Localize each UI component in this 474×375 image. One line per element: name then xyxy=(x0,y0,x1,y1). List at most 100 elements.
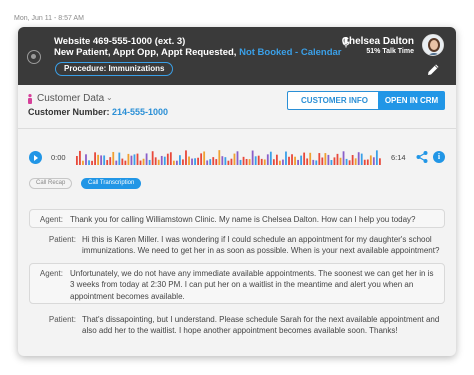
tab-call-recap[interactable]: Call Recap xyxy=(29,178,73,189)
waveform-bar xyxy=(145,153,148,165)
waveform-bar xyxy=(366,159,369,165)
waveform-bar xyxy=(76,156,78,165)
waveform-bar xyxy=(239,159,242,165)
message-text: That's dissapointing, but I understand. … xyxy=(82,315,440,336)
waveform-bar xyxy=(206,160,209,165)
message-text: Thank you for calling Williamstown Clini… xyxy=(70,214,416,224)
waveform-bar xyxy=(179,155,181,165)
waveform-bar xyxy=(379,158,381,165)
agent-avatar xyxy=(422,34,444,56)
waveform-bar xyxy=(321,157,324,165)
waveform-bar xyxy=(88,160,90,165)
edit-icon[interactable] xyxy=(427,63,440,76)
chevron-down-icon[interactable]: ⌄ xyxy=(106,93,113,102)
waveform-bar xyxy=(82,160,84,165)
waveform-bar xyxy=(166,153,169,165)
waveform-bar xyxy=(324,153,327,165)
waveform-bar xyxy=(330,160,333,165)
call-source: Website 469-555-1000 (ext. 3) xyxy=(54,36,186,47)
waveform-bar xyxy=(160,155,163,165)
message-speaker: Patient: xyxy=(48,235,76,244)
waveform-bar xyxy=(209,159,212,165)
waveform-bar xyxy=(191,158,193,165)
waveform-bar xyxy=(163,156,166,165)
call-timestamp: Mon, Jun 11 - 8:57 AM xyxy=(14,15,84,22)
time-start: 0:00 xyxy=(51,153,66,162)
customer-number: Customer Number: 214-555-1000 xyxy=(28,107,168,117)
waveform-bar xyxy=(282,159,284,165)
waveform-bar xyxy=(230,158,233,165)
waveform-bar xyxy=(221,156,224,165)
waveform-bar xyxy=(297,159,299,165)
waveform-bar xyxy=(245,158,248,165)
customer-info-button[interactable]: CUSTOMER INFO xyxy=(287,91,382,110)
call-card: Website 469-555-1000 (ext. 3) New Patien… xyxy=(18,27,456,356)
waveform-bar xyxy=(333,157,336,165)
message-speaker: Agent: xyxy=(39,214,63,224)
share-icon[interactable] xyxy=(416,151,428,163)
record-icon[interactable] xyxy=(27,50,41,64)
waveform-bar xyxy=(375,150,378,165)
waveform-bar xyxy=(269,151,272,165)
waveform-bar xyxy=(97,154,100,165)
play-button[interactable] xyxy=(29,151,42,164)
waveform-bar xyxy=(103,155,106,165)
waveform-bar xyxy=(339,157,342,165)
waveform-bar xyxy=(312,159,315,165)
booking-status: Not Booked - Calendar xyxy=(239,47,342,58)
waveform-bar xyxy=(94,152,96,165)
message-text: Unfortunately, we do not have any immedi… xyxy=(70,269,434,301)
waveform-bar xyxy=(172,160,175,165)
waveform-bar xyxy=(233,153,236,165)
waveform-bar xyxy=(263,159,266,165)
waveform-bar xyxy=(348,160,351,165)
waveform-bar xyxy=(130,155,133,165)
waveform-bar xyxy=(79,150,81,165)
waveform-bar xyxy=(315,160,318,165)
waveform-bar xyxy=(194,158,196,165)
waveform-bar xyxy=(272,159,275,165)
waveform-bar xyxy=(303,152,306,165)
waveform-bar xyxy=(275,154,278,165)
waveform-bar xyxy=(345,158,348,165)
waveform-bar xyxy=(251,150,254,165)
waveform-bar xyxy=(342,151,345,165)
open-in-crm-button[interactable]: OPEN IN CRM xyxy=(378,91,445,110)
person-icon xyxy=(28,94,32,104)
waveform-bar xyxy=(327,154,330,165)
info-icon[interactable]: i xyxy=(433,151,445,163)
waveform-bar xyxy=(260,158,263,165)
waveform-bar xyxy=(100,155,103,165)
waveform-bar xyxy=(306,158,309,165)
call-tags-text: New Patient, Appt Opp, Appt Requested, xyxy=(54,47,240,58)
waveform-bar xyxy=(127,153,130,165)
waveform-bar xyxy=(288,156,290,165)
customer-number-value[interactable]: 214-555-1000 xyxy=(112,107,168,117)
waveform-bar xyxy=(185,150,187,165)
transcript-message-patient: Patient: That's dissapointing, but I und… xyxy=(29,314,445,350)
waveform-bar xyxy=(142,158,145,165)
waveform-bar xyxy=(318,153,321,165)
waveform-bar xyxy=(285,151,287,165)
waveform-bar xyxy=(369,155,372,165)
waveform-bar xyxy=(112,151,115,165)
waveform-bar xyxy=(197,157,199,165)
talk-time: 51% Talk Time xyxy=(366,48,414,55)
waveform-bar xyxy=(291,154,293,165)
waveform-bar xyxy=(300,155,303,165)
waveform-bar xyxy=(254,156,257,165)
waveform-bar xyxy=(212,157,215,165)
waveform-bar xyxy=(121,158,124,165)
procedure-pill[interactable]: Procedure: Immunizations xyxy=(55,62,174,76)
waveform-bar xyxy=(242,156,245,165)
waveform-bar xyxy=(85,154,87,165)
waveform-bar xyxy=(133,154,136,165)
customer-data-title[interactable]: Customer Data xyxy=(37,93,104,104)
audio-waveform[interactable] xyxy=(76,148,382,166)
message-text: Hi this is Karen Miller. I was wondering… xyxy=(82,235,440,256)
waveform-bar xyxy=(215,159,218,165)
tab-call-transcription[interactable]: Call Transcription xyxy=(81,178,142,189)
waveform-bar xyxy=(203,151,206,165)
waveform-bar xyxy=(148,159,151,165)
call-tags: New Patient, Appt Opp, Appt Requested, N… xyxy=(54,47,342,58)
